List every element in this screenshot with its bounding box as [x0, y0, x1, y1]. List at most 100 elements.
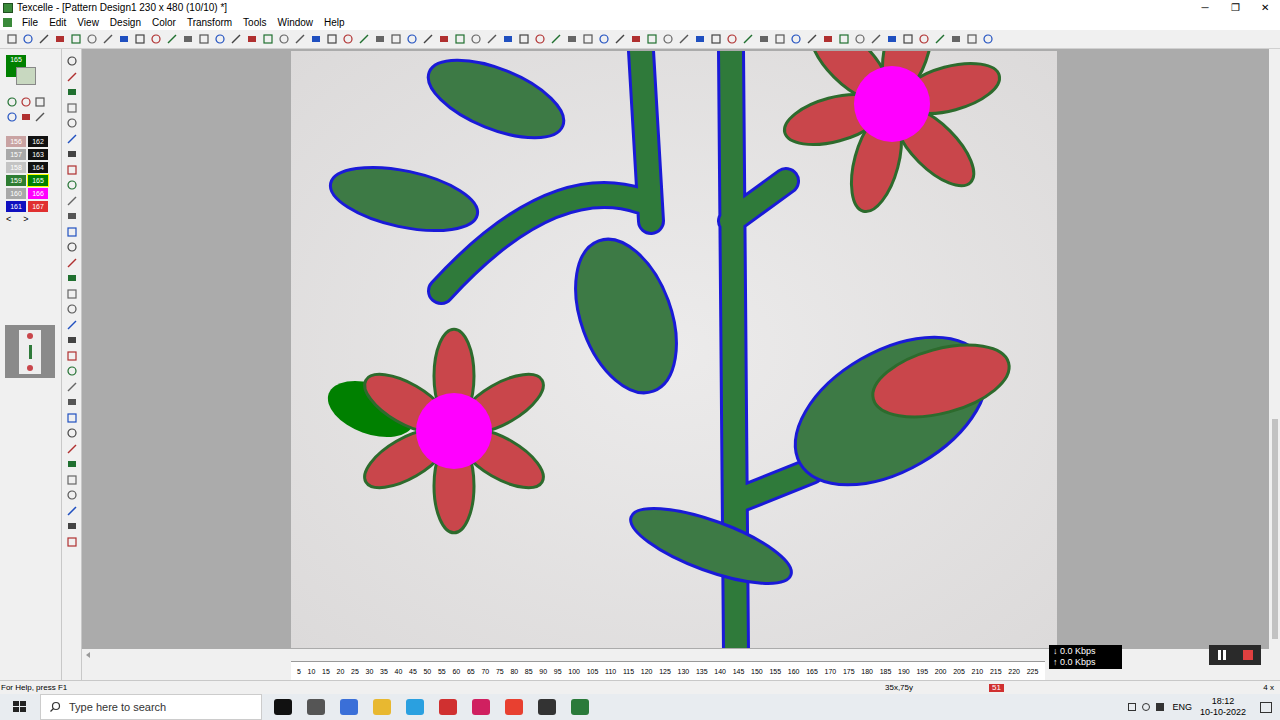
taskbar-app-icon[interactable] [472, 699, 490, 715]
color-swatch[interactable]: 165 [28, 175, 48, 186]
nav-button[interactable]: > [23, 215, 28, 224]
clock[interactable]: 18:1210-10-2022 [1200, 697, 1246, 717]
nav-button[interactable]: < [6, 215, 11, 224]
tool-icon[interactable] [566, 33, 578, 45]
tool-icon[interactable] [20, 111, 32, 123]
tool-icon[interactable] [598, 33, 610, 45]
color-swatch[interactable]: 156 [6, 136, 26, 147]
tool-icon[interactable] [66, 458, 78, 470]
tool-icon[interactable] [614, 33, 626, 45]
tool-icon[interactable] [6, 33, 18, 45]
tool-icon[interactable] [342, 33, 354, 45]
language[interactable]: ENG [1172, 703, 1192, 712]
color-swatch[interactable]: 167 [28, 201, 48, 212]
menu-item[interactable]: Help [319, 18, 350, 28]
window-control[interactable]: ─ [1190, 3, 1220, 13]
tool-icon[interactable] [66, 55, 78, 67]
tool-icon[interactable] [66, 536, 78, 548]
taskbar-app-icon[interactable] [439, 699, 457, 715]
tool-icon[interactable] [502, 33, 514, 45]
taskbar-app-icon[interactable] [571, 699, 589, 715]
tool-icon[interactable] [6, 111, 18, 123]
tool-icon[interactable] [982, 33, 994, 45]
menu-item[interactable]: File [17, 18, 43, 28]
tool-icon[interactable] [66, 303, 78, 315]
tool-icon[interactable] [710, 33, 722, 45]
tool-icon[interactable] [534, 33, 546, 45]
tool-icon[interactable] [326, 33, 338, 45]
taskbar-app-icon[interactable] [340, 699, 358, 715]
color-swatch[interactable]: 157 [6, 149, 26, 160]
tool-icon[interactable] [166, 33, 178, 45]
menu-item[interactable]: Tools [238, 18, 271, 28]
tool-icon[interactable] [582, 33, 594, 45]
tool-icon[interactable] [806, 33, 818, 45]
tool-icon[interactable] [262, 33, 274, 45]
tool-icon[interactable] [66, 179, 78, 191]
tool-icon[interactable] [358, 33, 370, 45]
color-swatch[interactable]: 161 [6, 201, 26, 212]
tool-icon[interactable] [22, 33, 34, 45]
tool-options[interactable] [6, 111, 46, 123]
window-control[interactable]: ❐ [1220, 3, 1250, 13]
tool-icon[interactable] [66, 164, 78, 176]
taskbar-app-icon[interactable] [307, 699, 325, 715]
tool-icon[interactable] [34, 96, 46, 108]
tool-icon[interactable] [66, 272, 78, 284]
tool-icon[interactable] [454, 33, 466, 45]
tool-icon[interactable] [550, 33, 562, 45]
menu-item[interactable]: Edit [44, 18, 71, 28]
pause-icon[interactable] [1218, 650, 1226, 660]
taskbar-app-icon[interactable] [505, 699, 523, 715]
tool-icon[interactable] [6, 96, 18, 108]
tool-icon[interactable] [246, 33, 258, 45]
tool-icon[interactable] [854, 33, 866, 45]
taskbar-app-icon[interactable] [538, 699, 556, 715]
tool-icon[interactable] [66, 71, 78, 83]
tool-icon[interactable] [438, 33, 450, 45]
color-swatch[interactable]: 164 [28, 162, 48, 173]
tool-icon[interactable] [66, 102, 78, 114]
tool-icon[interactable] [34, 111, 46, 123]
tool-icon[interactable] [66, 350, 78, 362]
tool-icon[interactable] [662, 33, 674, 45]
tool-icon[interactable] [726, 33, 738, 45]
color-swatch[interactable]: 158 [6, 162, 26, 173]
tool-icon[interactable] [66, 210, 78, 222]
tool-icon[interactable] [102, 33, 114, 45]
tool-icon[interactable] [902, 33, 914, 45]
color-swatch[interactable]: 160 [6, 188, 26, 199]
tool-icon[interactable] [38, 33, 50, 45]
tool-icon[interactable] [66, 505, 78, 517]
tool-icon[interactable] [966, 33, 978, 45]
tool-icon[interactable] [518, 33, 530, 45]
tool-icon[interactable] [198, 33, 210, 45]
taskbar-app-icon[interactable] [406, 699, 424, 715]
tool-icon[interactable] [20, 96, 32, 108]
tool-icon[interactable] [934, 33, 946, 45]
tool-icon[interactable] [214, 33, 226, 45]
tool-icon[interactable] [66, 226, 78, 238]
tool-icon[interactable] [758, 33, 770, 45]
taskbar-app-icon[interactable] [274, 699, 292, 715]
tool-icon[interactable] [66, 489, 78, 501]
tool-icon[interactable] [66, 195, 78, 207]
tool-icon[interactable] [950, 33, 962, 45]
color-swatch[interactable]: 159 [6, 175, 26, 186]
tool-icon[interactable] [886, 33, 898, 45]
tool-icon[interactable] [630, 33, 642, 45]
tool-icon[interactable] [678, 33, 690, 45]
tool-icon[interactable] [134, 33, 146, 45]
windows-start-icon[interactable] [0, 694, 40, 720]
tool-icon[interactable] [294, 33, 306, 45]
tool-icon[interactable] [150, 33, 162, 45]
tool-icon[interactable] [66, 86, 78, 98]
tool-options[interactable] [6, 96, 46, 108]
tool-icon[interactable] [694, 33, 706, 45]
tool-icon[interactable] [822, 33, 834, 45]
tool-icon[interactable] [230, 33, 242, 45]
tool-icon[interactable] [86, 33, 98, 45]
tool-icon[interactable] [66, 148, 78, 160]
tool-icon[interactable] [66, 241, 78, 253]
tool-icon[interactable] [66, 443, 78, 455]
